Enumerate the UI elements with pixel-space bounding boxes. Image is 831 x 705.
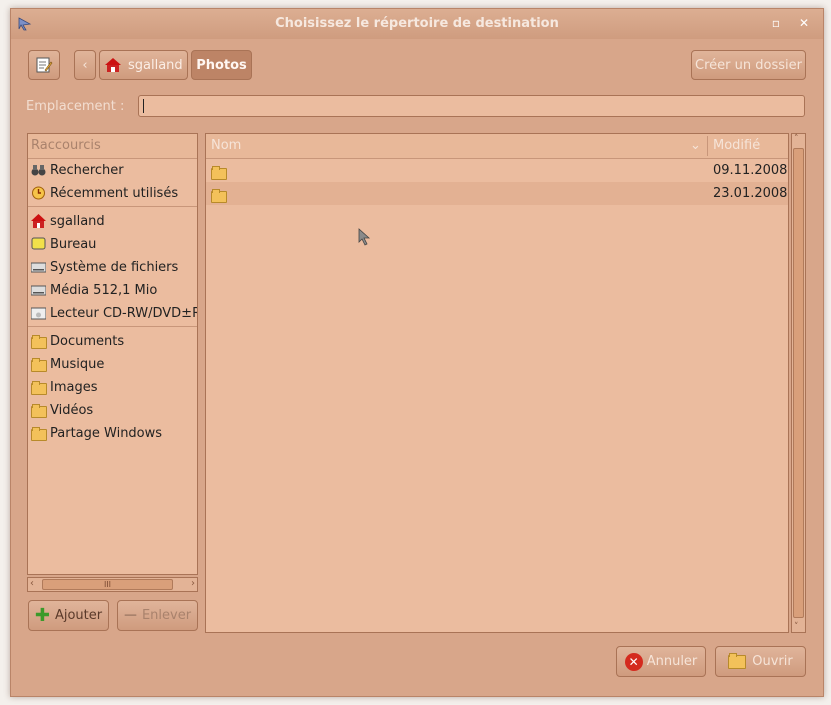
- column-header-name[interactable]: Nom: [211, 134, 241, 158]
- sidebar-item-images[interactable]: Images: [28, 376, 197, 399]
- folder-open-icon: [728, 652, 747, 669]
- path-label-home: sgalland: [128, 57, 183, 73]
- sidebar-item-label: Images: [50, 380, 98, 395]
- sidebar-item-windows-share[interactable]: Partage Windows: [28, 422, 197, 445]
- sidebar-item-desktop[interactable]: Bureau: [28, 233, 197, 256]
- path-button-current[interactable]: Photos: [191, 50, 252, 80]
- file-chooser-dialog: Choisissez le répertoire de destination …: [10, 8, 824, 697]
- plus-icon: ✚: [34, 605, 50, 626]
- cdrom-icon: [31, 307, 46, 320]
- text-cursor: [143, 99, 144, 113]
- sidebar-item-recent[interactable]: Récemment utilisés: [28, 182, 197, 205]
- scrollbar-thumb[interactable]: III: [42, 579, 173, 590]
- file-list: Nom ⌄ Modifié 09.11.2008 23.01.2008: [205, 133, 789, 633]
- shortcuts-sidebar: Raccourcis Rechercher Récemment utilisés…: [27, 133, 198, 575]
- drive-icon: [31, 285, 46, 296]
- sidebar-item-home[interactable]: sgalland: [28, 210, 197, 233]
- path-button-home[interactable]: sgalland: [99, 50, 188, 80]
- add-bookmark-button[interactable]: ✚ Ajouter: [28, 600, 109, 631]
- binoculars-icon: [31, 165, 46, 176]
- sidebar-item-videos[interactable]: Vidéos: [28, 399, 197, 422]
- chevron-left-icon[interactable]: ‹: [30, 578, 34, 589]
- chevron-right-icon[interactable]: ›: [191, 578, 195, 589]
- scrollbar-thumb[interactable]: [793, 148, 804, 618]
- chevron-up-icon[interactable]: ˄: [794, 134, 799, 144]
- sidebar-item-search[interactable]: Rechercher: [28, 159, 197, 182]
- close-window-button[interactable]: ✕: [796, 15, 812, 31]
- sidebar-item-label: Musique: [50, 357, 105, 372]
- sidebar-item-label: Système de fichiers: [50, 260, 179, 275]
- folder-icon: [31, 357, 47, 372]
- path-label-current: Photos: [196, 57, 247, 73]
- open-button[interactable]: Ouvrir: [715, 646, 806, 677]
- sidebar-item-label: Rechercher: [50, 163, 124, 178]
- edit-icon: [36, 57, 53, 73]
- table-row[interactable]: 09.11.2008: [206, 159, 788, 182]
- sidebar-horizontal-scrollbar[interactable]: ‹ III ›: [27, 577, 198, 592]
- sidebar-item-media[interactable]: Média 512,1 Mio: [28, 279, 197, 302]
- title-bar[interactable]: Choisissez le répertoire de destination …: [11, 9, 823, 39]
- cancel-button[interactable]: ✕ Annuler: [616, 646, 706, 677]
- table-row[interactable]: 23.01.2008: [206, 182, 788, 205]
- create-folder-button[interactable]: Créer un dossier: [691, 50, 806, 80]
- maximize-button[interactable]: ▫: [768, 15, 784, 31]
- folder-icon: [31, 426, 47, 441]
- sidebar-item-label: Lecteur CD-RW/DVD±RW: [50, 306, 198, 321]
- chevron-left-icon: ‹: [82, 57, 88, 73]
- home-icon: [105, 58, 121, 72]
- open-label: Ouvrir: [752, 654, 793, 669]
- desktop-icon: [31, 237, 46, 250]
- sidebar-item-label: Bureau: [50, 237, 97, 252]
- sidebar-item-label: Récemment utilisés: [50, 186, 179, 201]
- sidebar-item-label: Documents: [50, 334, 125, 349]
- sidebar-item-music[interactable]: Musique: [28, 353, 197, 376]
- clock-icon: [32, 186, 45, 200]
- minus-icon: —: [123, 608, 137, 623]
- file-modified: 23.01.2008: [713, 186, 788, 201]
- remove-bookmark-button[interactable]: — Enlever: [117, 600, 198, 631]
- file-list-header: Nom ⌄ Modifié: [206, 134, 788, 159]
- remove-bookmark-label: Enlever: [141, 608, 192, 623]
- location-label: Emplacement :: [26, 99, 125, 114]
- sidebar-item-documents[interactable]: Documents: [28, 330, 197, 353]
- sidebar-item-label: Partage Windows: [50, 426, 163, 441]
- sidebar-item-filesystem[interactable]: Système de fichiers: [28, 256, 197, 279]
- drive-icon: [31, 262, 46, 273]
- folder-icon: [31, 380, 47, 395]
- folder-icon: [31, 334, 47, 349]
- folder-icon: [31, 403, 47, 418]
- cancel-label: Annuler: [646, 654, 698, 669]
- mouse-pointer-icon: [358, 228, 371, 246]
- chevron-down-icon[interactable]: ˅: [794, 622, 799, 632]
- create-folder-label: Créer un dossier: [695, 57, 802, 73]
- column-divider: [707, 136, 708, 156]
- sidebar-item-label: sgalland: [50, 214, 105, 229]
- sort-chevron-down-icon: ⌄: [690, 138, 701, 153]
- file-list-vertical-scrollbar[interactable]: ˄ ˅: [791, 133, 806, 633]
- app-icon: [18, 17, 32, 31]
- column-header-modified[interactable]: Modifié: [713, 134, 760, 158]
- sidebar-item-cdrom[interactable]: Lecteur CD-RW/DVD±RW: [28, 302, 197, 325]
- add-bookmark-label: Ajouter: [54, 608, 103, 623]
- home-icon: [31, 214, 46, 228]
- location-input[interactable]: [138, 95, 805, 117]
- path-back-button[interactable]: ‹: [74, 50, 96, 80]
- edit-location-button[interactable]: [28, 50, 60, 80]
- sidebar-item-label: Vidéos: [50, 403, 94, 418]
- file-modified: 09.11.2008: [713, 163, 788, 178]
- cancel-icon: ✕: [624, 652, 643, 671]
- sidebar-header[interactable]: Raccourcis: [28, 134, 197, 159]
- sidebar-item-label: Média 512,1 Mio: [50, 283, 158, 298]
- folder-icon: [211, 188, 227, 211]
- window-title: Choisissez le répertoire de destination: [275, 16, 559, 31]
